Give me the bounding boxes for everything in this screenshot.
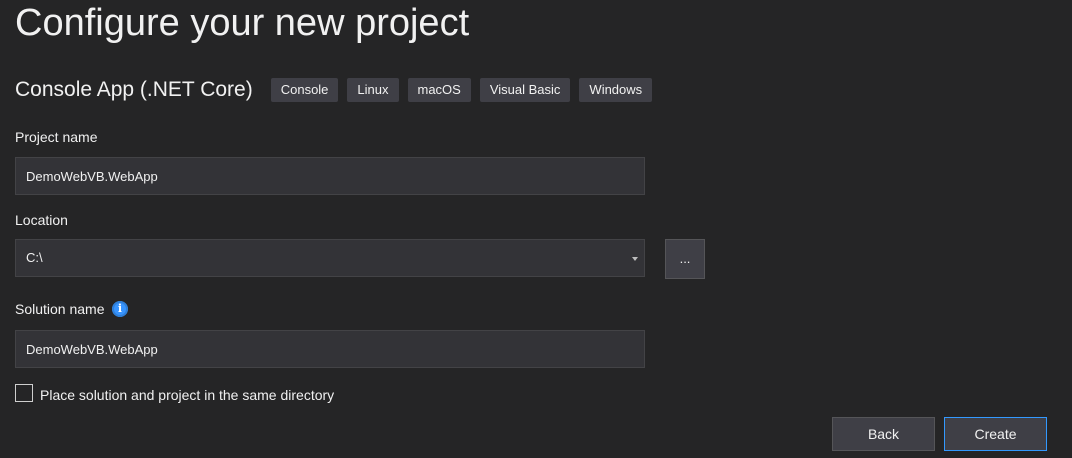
location-value: C:\ (26, 250, 43, 265)
tag-windows: Windows (579, 78, 653, 102)
back-button[interactable]: Back (832, 417, 935, 451)
template-name: Console App (.NET Core) (15, 78, 253, 101)
browse-location-button[interactable]: ... (665, 239, 705, 279)
same-directory-label[interactable]: Place solution and project in the same d… (40, 387, 334, 403)
solution-name-input[interactable] (26, 331, 626, 367)
info-icon[interactable]: i (112, 301, 128, 317)
location-combobox[interactable]: C:\ (15, 239, 645, 277)
location-label: Location (15, 212, 68, 228)
template-header: Console App (.NET Core) Console Linux ma… (15, 76, 661, 104)
chevron-down-icon[interactable] (632, 257, 638, 261)
tag-visual-basic: Visual Basic (479, 78, 571, 102)
create-button[interactable]: Create (944, 417, 1047, 451)
project-name-field[interactable] (15, 157, 645, 195)
tag-console: Console (270, 78, 339, 102)
solution-name-field[interactable] (15, 330, 645, 368)
tag-macos: macOS (407, 78, 471, 102)
project-name-label: Project name (15, 129, 98, 145)
same-directory-checkbox[interactable] (15, 384, 33, 402)
solution-name-label: Solution name (15, 301, 105, 317)
project-name-input[interactable] (26, 158, 626, 194)
configure-project-page: Configure your new project Console App (… (0, 0, 1072, 458)
page-title: Configure your new project (15, 2, 470, 44)
tag-linux: Linux (347, 78, 399, 102)
